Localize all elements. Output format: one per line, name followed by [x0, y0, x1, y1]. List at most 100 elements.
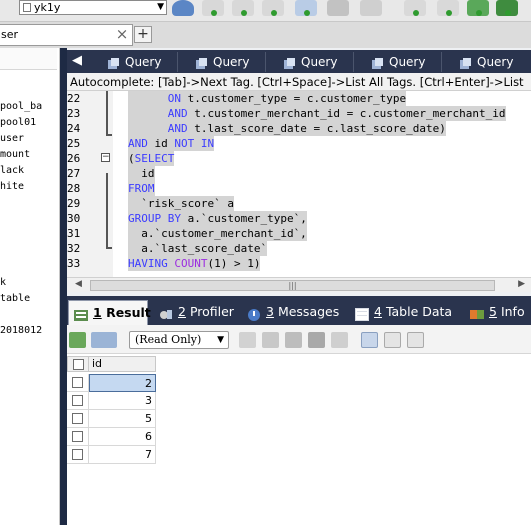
table-row[interactable]: 2	[67, 374, 156, 392]
delete-row-icon[interactable]	[308, 332, 325, 348]
cell-id[interactable]: 5	[89, 410, 156, 428]
code-line: 31 a.`customer_merchant_id`,	[67, 226, 531, 241]
object-browser-item[interactable]: pool_ba	[0, 101, 60, 112]
scroll-left-icon[interactable]: ◀	[75, 279, 82, 289]
tab-messages[interactable]: 3 Messages	[242, 300, 340, 325]
table-row[interactable]: 3	[67, 392, 156, 410]
duplicate-row-icon[interactable]	[262, 332, 279, 348]
tab-messages-label: Messages	[277, 304, 340, 319]
execute-query-icon[interactable]	[202, 0, 224, 16]
tab-table-data[interactable]: 4 Table Data	[350, 300, 456, 325]
row-checkbox[interactable]	[67, 392, 89, 410]
cell-id[interactable]: 7	[89, 446, 156, 464]
cancel-changes-icon[interactable]	[331, 332, 348, 348]
sql-editor[interactable]: − 22 ON t.customer_type = c.customer_typ…	[67, 91, 531, 277]
panel-splitter[interactable]	[60, 48, 67, 525]
code-text: GROUP BY a.`customer_type`,	[128, 211, 307, 226]
save-changes-icon[interactable]	[285, 332, 302, 348]
code-text: AND t.customer_merchant_id = c.customer_…	[128, 106, 506, 121]
cell-id[interactable]: 6	[89, 428, 156, 446]
object-browser-item[interactable]: hite	[0, 181, 60, 192]
restore-icon[interactable]	[496, 0, 518, 16]
table-row[interactable]: 7	[67, 446, 156, 464]
export-grid-icon[interactable]	[69, 332, 86, 348]
result-tabs: 1 Result 2 Profiler 3 Messages 4 Table D…	[67, 296, 531, 325]
code-line: 27 id	[67, 166, 531, 181]
object-browser-item[interactable]: lack	[0, 165, 60, 176]
table-row[interactable]: 6	[67, 428, 156, 446]
query-tabs: ◀ Query Query Query Query Query	[67, 50, 531, 73]
text-view-icon[interactable]	[407, 332, 424, 348]
document-icon[interactable]	[360, 0, 382, 16]
scrollbar-thumb[interactable]: |||	[90, 280, 495, 291]
row-checkbox[interactable]	[67, 410, 89, 428]
row-checkbox[interactable]	[67, 446, 89, 464]
tab-profiler[interactable]: 2 Profiler	[154, 300, 240, 325]
tab-query[interactable]: Query	[447, 52, 530, 72]
tab-query-label: Query	[389, 55, 426, 69]
code-text: (SELECT	[128, 151, 175, 166]
object-browser-item[interactable]: 2018012	[0, 325, 60, 336]
table-row[interactable]: 5	[67, 410, 156, 428]
row-checkbox[interactable]	[67, 374, 89, 392]
select-all-checkbox[interactable]	[67, 356, 89, 372]
chevron-down-icon: ▼	[157, 2, 164, 12]
code-text: `risk_score` a	[128, 196, 234, 211]
tab-query[interactable]: Query	[183, 52, 266, 72]
schema-sync-icon[interactable]	[437, 0, 459, 16]
form-view-icon[interactable]	[384, 332, 401, 348]
object-browser-item[interactable]: mount	[0, 149, 60, 160]
tab-query[interactable]: Query	[271, 52, 354, 72]
database-select[interactable]: yk1y ▼	[19, 0, 167, 15]
cell-id[interactable]: 2	[89, 374, 156, 392]
object-browser-item[interactable]: user	[0, 133, 60, 144]
check-icon[interactable]	[404, 0, 426, 16]
sql-keyword: FROM	[128, 182, 155, 195]
row-checkbox[interactable]	[67, 428, 89, 446]
table-import-icon[interactable]	[295, 0, 317, 16]
tab-info-number: 5	[489, 304, 497, 319]
tab-info[interactable]: 5 Info	[465, 300, 529, 325]
database-icon	[23, 3, 31, 12]
sql-token: a.`customer_merchant_id`,	[128, 227, 307, 240]
grid-icon[interactable]	[327, 0, 349, 16]
add-tab-button[interactable]: +	[134, 26, 152, 43]
object-browser-item[interactable]: pool01	[0, 117, 60, 128]
line-number: 31	[67, 227, 81, 240]
query-icon	[195, 56, 208, 69]
column-header-id[interactable]: id	[89, 356, 156, 372]
object-browser-item[interactable]: table	[0, 293, 60, 304]
code-text: AND t.last_score_date = c.last_score_dat…	[128, 121, 446, 136]
grid-view-icon[interactable]	[361, 332, 378, 348]
close-icon[interactable]: ×	[113, 24, 131, 46]
tab-result-label: Result	[106, 305, 151, 320]
object-browser: pool_ba pool01 user mount lack hite k ta…	[0, 48, 60, 525]
execute-edit-icon[interactable]	[262, 0, 284, 16]
query-icon	[459, 56, 472, 69]
copy-options-icon[interactable]	[91, 332, 117, 348]
result-mode-value: (Read Only)	[135, 333, 202, 346]
sql-function: COUNT	[174, 257, 208, 270]
sql-keyword: ON	[167, 92, 181, 105]
execute-all-icon[interactable]	[232, 0, 254, 16]
tab-query[interactable]: Query	[95, 52, 178, 72]
line-number: 28	[67, 182, 81, 195]
editor-horizontal-scrollbar[interactable]: ◀ ||| ▶	[67, 277, 531, 292]
tab-result[interactable]: 1 Result	[68, 300, 151, 325]
sql-token: id	[147, 137, 175, 150]
scroll-left-icon[interactable]: ◀	[72, 53, 82, 68]
scroll-right-icon[interactable]: ▶	[518, 279, 525, 289]
cell-id[interactable]: 3	[89, 392, 156, 410]
tab-query[interactable]: Query	[359, 52, 442, 72]
backup-icon[interactable]	[467, 0, 489, 16]
object-filter[interactable]	[0, 48, 57, 70]
reconnect-icon[interactable]	[172, 0, 194, 16]
result-mode-select[interactable]: (Read Only) ▼	[129, 331, 229, 349]
sql-keyword: HAVING	[128, 257, 168, 270]
sql-token: t.customer_merchant_id = c.customer_merc…	[187, 107, 506, 120]
sql-token: a.`last_score_date`	[128, 242, 268, 255]
object-browser-item[interactable]: k	[0, 277, 60, 288]
insert-row-icon[interactable]	[239, 332, 256, 348]
